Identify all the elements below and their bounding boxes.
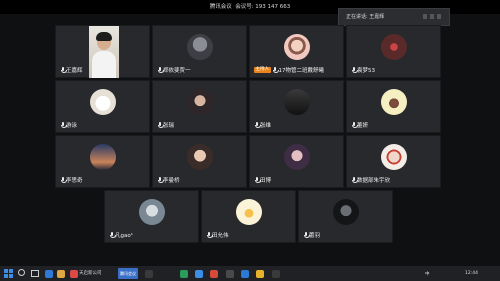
participant-name: 游泳: [66, 123, 78, 129]
participant-avatar: [89, 144, 116, 170]
search-icon[interactable]: [18, 269, 25, 276]
mic-icon: [157, 177, 164, 183]
app-icon[interactable]: [241, 269, 249, 278]
windows-start-icon[interactable]: [4, 269, 13, 278]
participant-tile[interactable]: 蕾羽: [298, 190, 393, 243]
taskbar-app-label[interactable]: 天启新公司: [79, 270, 102, 276]
participant-avatar: [138, 199, 165, 225]
participant-tile[interactable]: 张瑞: [152, 80, 247, 133]
mic-icon: [303, 232, 310, 238]
participant-avatar: [283, 34, 310, 60]
participant-name: 袁梦53: [357, 68, 375, 74]
participant-avatar: [332, 199, 359, 225]
participant-tile[interactable]: 袁梦53: [346, 25, 441, 78]
mic-icon: [351, 177, 358, 183]
participant-avatar: [186, 89, 213, 115]
participant-name: 李曼桥: [163, 178, 180, 184]
participant-name: 17物管二班戴舒曦: [278, 68, 325, 74]
ime-indicator[interactable]: 中: [425, 271, 430, 277]
app-icon[interactable]: [195, 269, 203, 278]
mic-icon: [351, 67, 358, 73]
participant-name: 王嘉辉: [66, 68, 83, 74]
folder-icon[interactable]: [57, 269, 65, 278]
participant-avatar: [89, 89, 116, 115]
host-badge: 主持人: [254, 67, 271, 73]
participant-avatar: [380, 144, 407, 170]
app-icon[interactable]: [210, 269, 218, 278]
mic-icon: [60, 67, 67, 73]
taskbar: 天启新公司 腾讯会议 中 12:44: [0, 266, 500, 281]
participant-tile[interactable]: 田博: [249, 135, 344, 188]
participant-name: 李思奇: [66, 178, 83, 184]
mic-icon: [206, 232, 213, 238]
participant-avatar: [380, 89, 407, 115]
mic-icon: [109, 232, 116, 238]
mic-icon: [60, 177, 67, 183]
participant-avatar: [186, 144, 213, 170]
participant-name: 田允伟: [212, 233, 229, 239]
mic-icon: [351, 122, 358, 128]
speaking-name: 王嘉辉: [369, 14, 385, 20]
participant-name: 凡gao¹: [115, 233, 133, 239]
clock[interactable]: 12:44: [465, 271, 478, 276]
speaking-prefix: 正在讲话:: [346, 14, 368, 20]
participant-tile[interactable]: 郑依斐贾一: [152, 25, 247, 78]
participant-name: 蕾羽: [309, 233, 321, 239]
task-view-icon[interactable]: [31, 270, 39, 277]
participant-tile[interactable]: 田允伟: [201, 190, 296, 243]
mic-icon: [273, 67, 279, 73]
audio-level-icon: [423, 14, 443, 19]
participant-name: 张瑞: [163, 123, 175, 129]
participant-tile[interactable]: 凡gao¹: [104, 190, 199, 243]
participant-name: 郑依斐贾一: [163, 68, 191, 74]
participant-avatar: [235, 199, 262, 225]
participant-tile[interactable]: 李曼桥: [152, 135, 247, 188]
mic-icon: [254, 122, 261, 128]
app-icon[interactable]: [226, 269, 234, 278]
taskbar-meeting-app[interactable]: 腾讯会议: [118, 268, 138, 279]
mic-icon: [60, 122, 67, 128]
mic-icon: [254, 177, 261, 183]
app-icon[interactable]: [272, 269, 280, 278]
browser-icon[interactable]: [45, 269, 53, 278]
participant-name: 张维: [260, 123, 272, 129]
participant-name: 董妍: [357, 123, 369, 129]
participant-tile[interactable]: 李思奇: [55, 135, 150, 188]
mic-icon: [157, 67, 164, 73]
taskbar-meeting-label: 腾讯会议: [120, 271, 136, 276]
participant-name: 数据部朱宇欣: [357, 178, 391, 184]
participant-avatar: [186, 34, 213, 60]
participant-tile[interactable]: 游泳: [55, 80, 150, 133]
participant-avatar: [283, 144, 310, 170]
app-icon[interactable]: [256, 269, 264, 278]
speaking-indicator: 正在讲话: 王嘉辉: [338, 8, 450, 26]
participant-tile[interactable]: 数据部朱宇欣: [346, 135, 441, 188]
participant-tile[interactable]: 王嘉辉: [55, 25, 150, 78]
wechat-icon[interactable]: [180, 269, 188, 278]
participant-video: [89, 26, 119, 78]
mic-icon: [157, 122, 164, 128]
participant-tile[interactable]: 董妍: [346, 80, 441, 133]
participant-avatar: [283, 89, 310, 115]
participant-tile[interactable]: 张维: [249, 80, 344, 133]
app-icon[interactable]: [145, 269, 153, 278]
app-icon[interactable]: [70, 269, 78, 278]
participant-avatar: [380, 34, 407, 60]
participant-tile[interactable]: 主持人 17物管二班戴舒曦: [249, 25, 344, 78]
participant-name: 田博: [260, 178, 272, 184]
